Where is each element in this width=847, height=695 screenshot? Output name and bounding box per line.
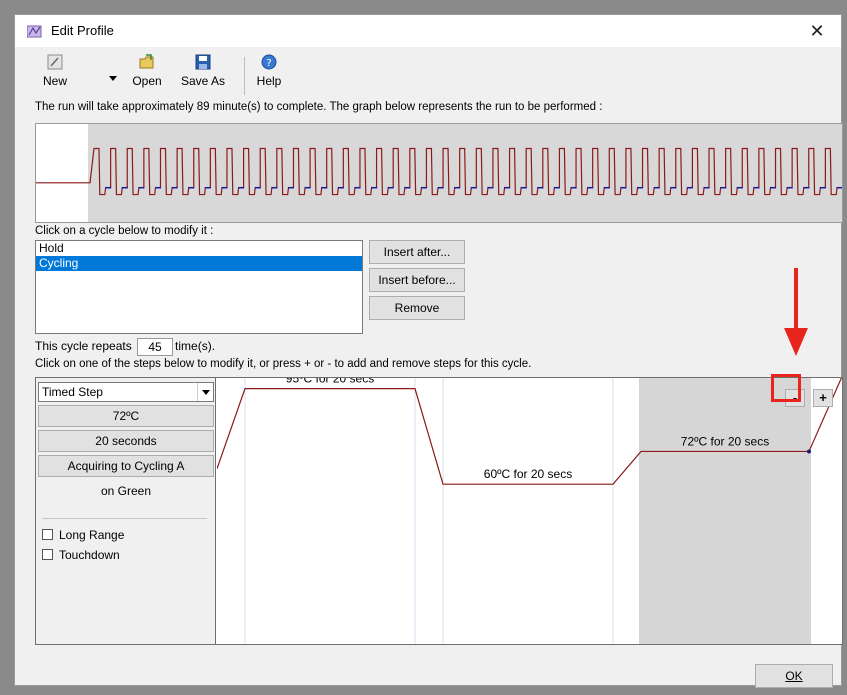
step-graph[interactable]: 95ºC for 20 secs 60ºC for 20 secs 72ºC for… — [217, 378, 842, 644]
selected-step-region[interactable] — [639, 378, 811, 644]
open-folder-icon — [139, 54, 154, 69]
touchdown-checkbox[interactable] — [42, 549, 53, 560]
acquisition-button[interactable]: Acquiring to Cycling A — [38, 455, 214, 477]
repeat-count-input[interactable]: 45 — [137, 338, 174, 356]
close-icon[interactable]: ✕ — [799, 17, 835, 45]
step-properties: Timed Step 72ºC 20 seconds Acquiring to … — [36, 378, 216, 644]
step-editor-panel: Timed Step 72ºC 20 seconds Acquiring to … — [35, 377, 843, 645]
divider — [42, 518, 207, 519]
open-button[interactable]: Open — [127, 53, 167, 88]
step-label[interactable]: 60ºC for 20 secs — [484, 467, 572, 481]
touchdown-row[interactable]: Touchdown — [42, 548, 120, 562]
long-range-checkbox[interactable] — [42, 529, 53, 540]
add-step-button[interactable]: + — [813, 389, 833, 407]
annotation-arrow-icon — [784, 268, 808, 356]
temperature-button[interactable]: 72ºC — [38, 405, 214, 427]
profile-app-icon — [27, 25, 42, 38]
duration-button[interactable]: 20 seconds — [38, 430, 214, 452]
cycle-list-prompt: Click on a cycle below to modify it : — [35, 225, 214, 237]
title-bar: Edit Profile ✕ — [15, 15, 841, 47]
step-label[interactable]: 95ºC for 20 secs — [286, 378, 374, 386]
cycle-repeat-row: This cycle repeats 45 time(s). — [35, 338, 215, 356]
svg-text:?: ? — [266, 58, 271, 69]
annotation-highlight-box — [771, 374, 801, 402]
step-temperature-trace: 95ºC for 20 secs 60ºC for 20 secs 72ºC for… — [217, 378, 842, 644]
help-label: Help — [256, 74, 282, 88]
long-range-row[interactable]: Long Range — [42, 528, 124, 542]
repeat-suffix: time(s). — [175, 339, 216, 354]
touchdown-label: Touchdown — [59, 548, 120, 562]
remove-cycle-button[interactable]: Remove — [369, 296, 465, 320]
ok-button[interactable]: OK — [755, 664, 833, 688]
window-title: Edit Profile — [51, 23, 114, 38]
ok-label: OK — [785, 669, 803, 683]
cycle-item-hold[interactable]: Hold — [36, 241, 362, 256]
save-disk-icon — [195, 54, 211, 70]
save-as-button[interactable]: Save As — [175, 53, 231, 88]
step-type-value: Timed Step — [42, 385, 103, 399]
help-button[interactable]: ? Help — [253, 53, 285, 88]
step-label[interactable]: 72ºC for 20 secs — [681, 434, 769, 448]
run-overview-trace — [36, 124, 842, 222]
repeat-prefix: This cycle repeats — [35, 339, 132, 354]
insert-after-button[interactable]: Insert after... — [369, 240, 465, 264]
cycle-list[interactable]: Hold Cycling — [35, 240, 363, 334]
chevron-down-icon[interactable] — [197, 383, 213, 401]
edit-profile-dialog: Edit Profile ✕ New Open Save As ? Help T… — [14, 14, 843, 688]
run-duration-text: The run will take approximately 89 minut… — [35, 101, 603, 113]
run-overview-graph — [35, 123, 843, 223]
long-range-label: Long Range — [59, 528, 125, 542]
help-icon: ? — [261, 54, 277, 70]
step-type-select[interactable]: Timed Step — [38, 382, 214, 402]
save-as-label: Save As — [180, 74, 226, 88]
new-dropdown-arrow-icon[interactable] — [109, 76, 117, 81]
cycle-item-cycling[interactable]: Cycling — [36, 256, 362, 271]
acquisition-point — [807, 449, 811, 454]
open-label: Open — [132, 74, 162, 88]
toolbar: New Open Save As ? Help — [33, 49, 833, 99]
new-profile-icon — [47, 54, 63, 70]
new-label: New — [42, 74, 67, 88]
toolbar-separator — [244, 57, 245, 95]
new-button[interactable]: New — [33, 53, 77, 88]
step-instruction-text: Click on one of the steps below to modif… — [35, 358, 532, 370]
acquisition-channel: on Green — [100, 484, 152, 498]
insert-before-button[interactable]: Insert before... — [369, 268, 465, 292]
